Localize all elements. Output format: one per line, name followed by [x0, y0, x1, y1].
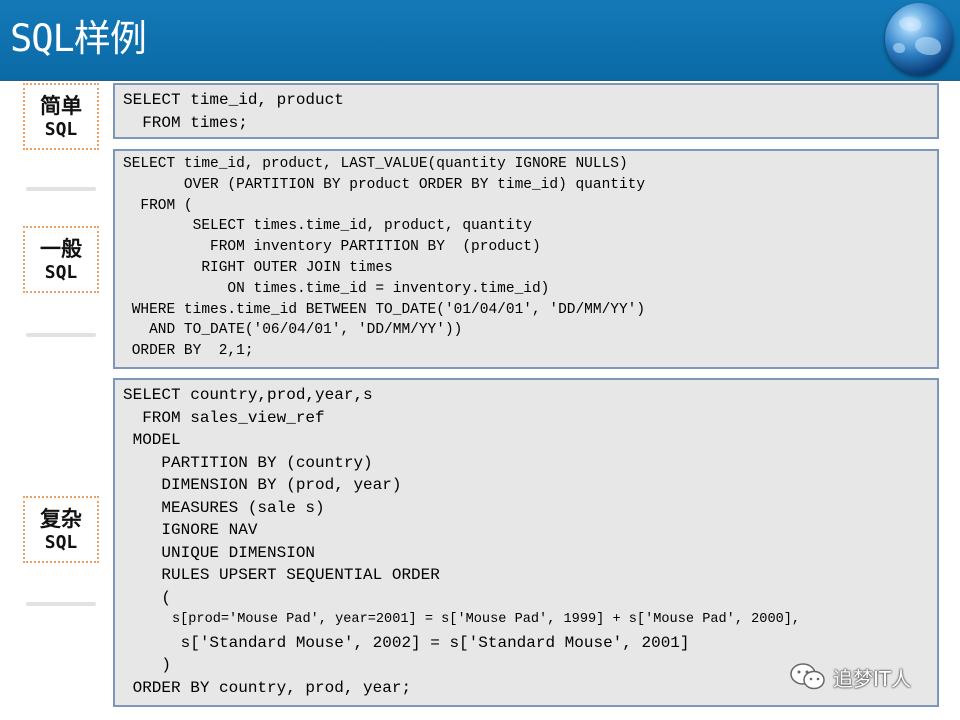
general-sql-code-box: SELECT time_id, product, LAST_VALUE(quan… [113, 149, 939, 369]
label-line2: SQL [44, 531, 78, 553]
label-line1: 复杂 [40, 506, 82, 531]
divider [26, 602, 96, 606]
divider [26, 333, 96, 337]
slide-title: SQL样例 [10, 17, 147, 60]
globe-icon [885, 3, 953, 75]
wechat-icon [789, 662, 827, 692]
label-line2: SQL [44, 261, 78, 283]
watermark: 追梦IT人 [789, 660, 911, 694]
divider [26, 187, 96, 191]
label-line1: 简单 [40, 93, 82, 118]
complex-sql-code-top: SELECT country,prod,year,s FROM sales_vi… [123, 386, 440, 607]
complex-sql-label: 复杂 SQL [23, 496, 99, 563]
complex-sql-code-rule: s[prod='Mouse Pad', year=2001] = s['Mous… [123, 612, 801, 627]
general-sql-code: SELECT time_id, product, LAST_VALUE(quan… [123, 156, 646, 360]
simple-sql-label: 简单 SQL [23, 83, 99, 150]
slide-header: SQL样例 [0, 0, 960, 81]
label-line1: 一般 [40, 236, 82, 261]
simple-sql-code: SELECT time_id, product FROM times; [123, 91, 344, 132]
general-sql-label: 一般 SQL [23, 226, 99, 293]
label-line2: SQL [44, 118, 78, 140]
complex-sql-code-box: SELECT country,prod,year,s FROM sales_vi… [113, 378, 939, 707]
simple-sql-code-box: SELECT time_id, product FROM times; [113, 83, 939, 139]
watermark-text: 追梦IT人 [833, 666, 912, 691]
